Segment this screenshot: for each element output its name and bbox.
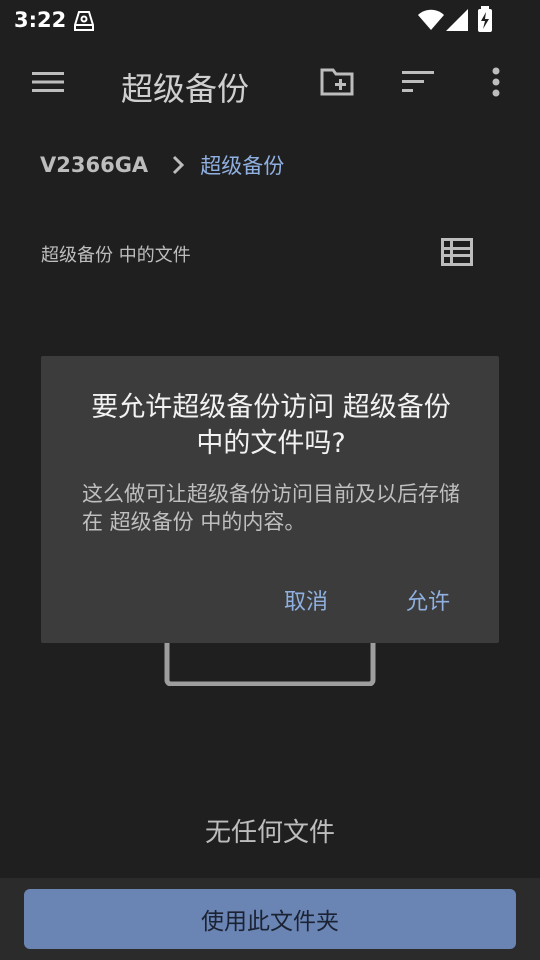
dialog-title: 要允许超级备份访问 超级备份 中的文件吗? (91, 392, 451, 459)
list-view-icon[interactable] (441, 238, 473, 270)
status-bar: 3:22 (0, 0, 540, 42)
permission-dialog: 要允许超级备份访问 超级备份 中的文件吗? 这么做可让超级备份访问目前及以后存储… (41, 356, 499, 643)
menu-icon[interactable] (30, 64, 66, 100)
more-vert-icon[interactable] (478, 64, 514, 100)
allow-button[interactable]: 允许 (406, 584, 450, 616)
sort-icon[interactable] (400, 64, 436, 100)
hard-drive-icon (72, 9, 96, 37)
breadcrumb-root[interactable]: V2366GA (40, 153, 148, 177)
app-bar: 超级备份 (0, 42, 540, 122)
chevron-right-icon (172, 155, 185, 175)
wifi-icon (418, 9, 444, 35)
signal-icon (446, 9, 468, 35)
battery-icon (477, 6, 493, 36)
cancel-button[interactable]: 取消 (284, 584, 328, 616)
new-folder-icon[interactable] (319, 64, 355, 100)
empty-state-text: 无任何文件 (204, 818, 335, 848)
breadcrumb-current[interactable]: 超级备份 (200, 150, 284, 180)
app-title: 超级备份 (121, 70, 250, 108)
status-time: 3:22 (14, 8, 67, 32)
use-folder-button[interactable]: 使用此文件夹 (24, 889, 516, 949)
breadcrumb: V2366GA 超级备份 (40, 148, 284, 182)
dialog-message: 这么做可让超级备份访问目前及以后存储在 超级备份 中的内容。 (82, 482, 460, 534)
section-label: 超级备份 中的文件 (41, 245, 191, 266)
